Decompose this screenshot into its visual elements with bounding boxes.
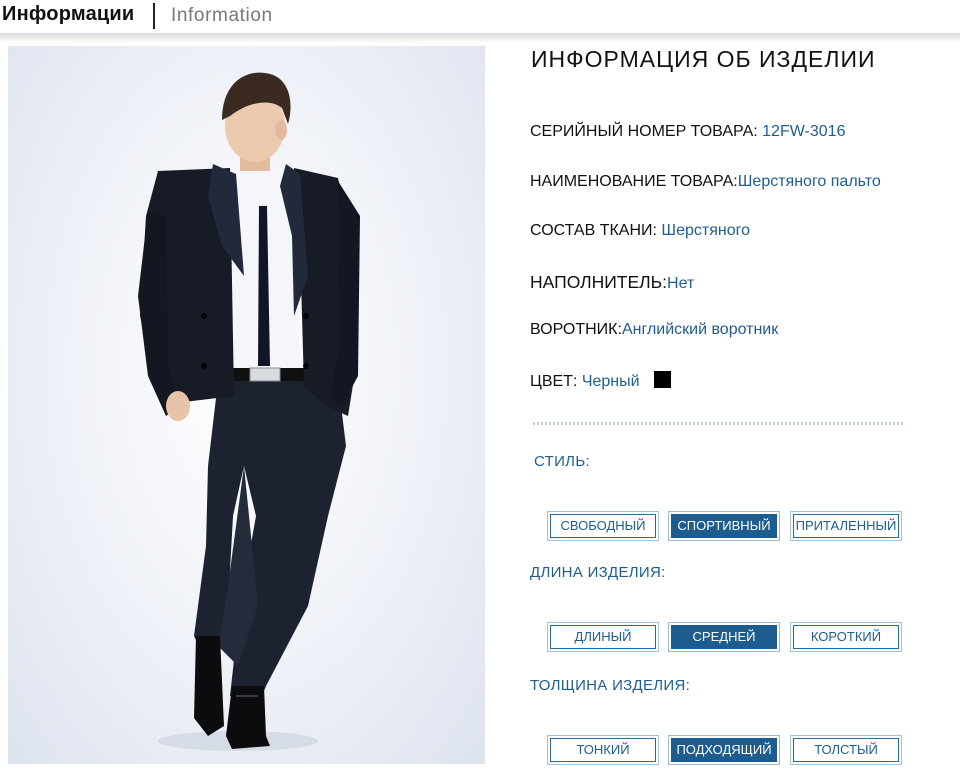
thickness-option-thin[interactable]: ТОНКИЙ	[547, 735, 659, 765]
thickness-option-thick[interactable]: ТОЛСТЫЙ	[790, 735, 902, 765]
product-photo	[8, 46, 485, 764]
header-shadow	[0, 33, 960, 43]
style-option-fitted[interactable]: ПРИТАЛЕННЫЙ	[790, 511, 902, 541]
style-option-loose[interactable]: СВОБОДНЫЙ	[547, 511, 659, 541]
collar-label: ВОРОТНИК:	[530, 321, 622, 338]
fabric-label: СОСТАВ ТКАНИ:	[530, 222, 662, 239]
product-info-title: ИНФОРМАЦИЯ ОБ ИЗДЕЛИИ	[531, 46, 876, 72]
color-value: Черный	[581, 373, 640, 390]
product-name-value: Шерстяного пальто	[737, 173, 881, 190]
filler-value: Нет	[667, 275, 695, 292]
collar-value: Английский воротник	[621, 321, 779, 338]
length-option-long[interactable]: ДЛИНЫЙ	[547, 622, 659, 652]
style-label: СТИЛЬ:	[534, 453, 590, 470]
fabric-row: СОСТАВ ТКАНИ: Шерстяного	[530, 222, 750, 240]
product-name-row: НАИМЕНОВАНИЕ ТОВАРА:Шерстяного пальто	[530, 173, 881, 191]
collar-row: ВОРОТНИК:Английский воротник	[530, 321, 778, 339]
header-separator	[153, 3, 155, 29]
header-title-ru: Информации	[2, 3, 135, 25]
serial-number-row: СЕРИЙНЫЙ НОМЕР ТОВАРА: 12FW-3016	[530, 123, 845, 141]
section-divider	[533, 422, 903, 425]
model-figure	[138, 72, 360, 751]
serial-number-label: СЕРИЙНЫЙ НОМЕР ТОВАРА:	[530, 123, 763, 140]
length-option-short[interactable]: КОРОТКИЙ	[790, 622, 902, 652]
length-option-medium[interactable]: СРЕДНЕЙ ДЛИНЫ	[668, 622, 780, 666]
filler-row: НАПОЛНИТЕЛЬ:Нет	[530, 272, 694, 293]
thickness-label: ТОЛЩИНА ИЗДЕЛИЯ:	[530, 677, 691, 694]
serial-number-value: 12FW-3016	[762, 123, 846, 140]
filler-label: НАПОЛНИТЕЛЬ:	[530, 272, 668, 292]
header-title-en: Information	[171, 5, 273, 26]
length-label: ДЛИНА ИЗДЕЛИЯ:	[530, 564, 666, 581]
fabric-value: Шерстяного	[661, 222, 750, 239]
color-swatch	[653, 371, 671, 388]
style-option-sport[interactable]: СПОРТИВНЫЙ	[668, 511, 780, 541]
color-label: ЦВЕТ:	[530, 373, 582, 390]
thickness-option-suitable[interactable]: ПОДХОДЯЩИЙ	[668, 735, 780, 765]
product-name-label: НАИМЕНОВАНИЕ ТОВАРА:	[530, 173, 738, 190]
color-row: ЦВЕТ: Черный	[530, 371, 671, 391]
